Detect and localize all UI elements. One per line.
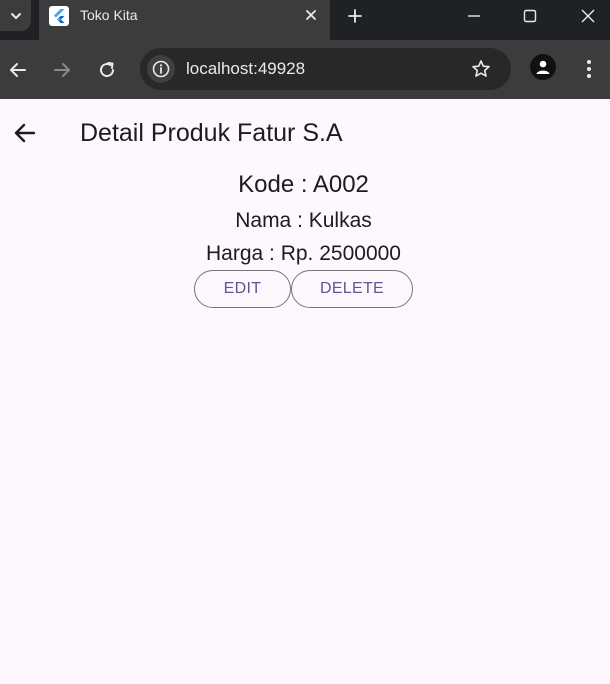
- close-icon[interactable]: [301, 5, 321, 25]
- browser-toolbar: localhost:49928: [0, 40, 610, 99]
- browser-titlebar: Toko Kita: [0, 0, 610, 40]
- minimize-icon[interactable]: [460, 6, 488, 26]
- product-name: Nama : Kulkas: [235, 209, 372, 232]
- delete-button[interactable]: DELETE: [291, 270, 413, 308]
- close-window-icon[interactable]: [574, 6, 602, 26]
- product-code: Kode : A002: [238, 171, 369, 198]
- star-icon[interactable]: [470, 58, 492, 80]
- info-icon[interactable]: [147, 55, 175, 83]
- flutter-logo-icon: [49, 6, 69, 26]
- back-arrow-icon[interactable]: [4, 56, 32, 84]
- forward-arrow-icon[interactable]: [48, 56, 76, 84]
- profile-icon[interactable]: [530, 54, 556, 80]
- kebab-menu-icon[interactable]: [579, 56, 599, 82]
- tab-title: Toko Kita: [80, 7, 138, 23]
- maximize-icon[interactable]: [516, 6, 544, 26]
- arrow-back-icon[interactable]: [8, 116, 42, 150]
- app-bar: Detail Produk Fatur S.A: [0, 99, 610, 169]
- address-bar[interactable]: localhost:49928: [140, 48, 511, 90]
- reload-icon[interactable]: [93, 56, 121, 84]
- page-title: Detail Produk Fatur S.A: [80, 119, 343, 147]
- tab-search-button[interactable]: [0, 0, 31, 31]
- browser-tab-active[interactable]: Toko Kita: [39, 0, 330, 40]
- product-price: Harga : Rp. 2500000: [206, 242, 401, 265]
- edit-button[interactable]: EDIT: [194, 270, 291, 308]
- chevron-down-icon: [10, 12, 21, 19]
- url-text[interactable]: localhost:49928: [186, 59, 305, 79]
- plus-icon[interactable]: [343, 5, 367, 27]
